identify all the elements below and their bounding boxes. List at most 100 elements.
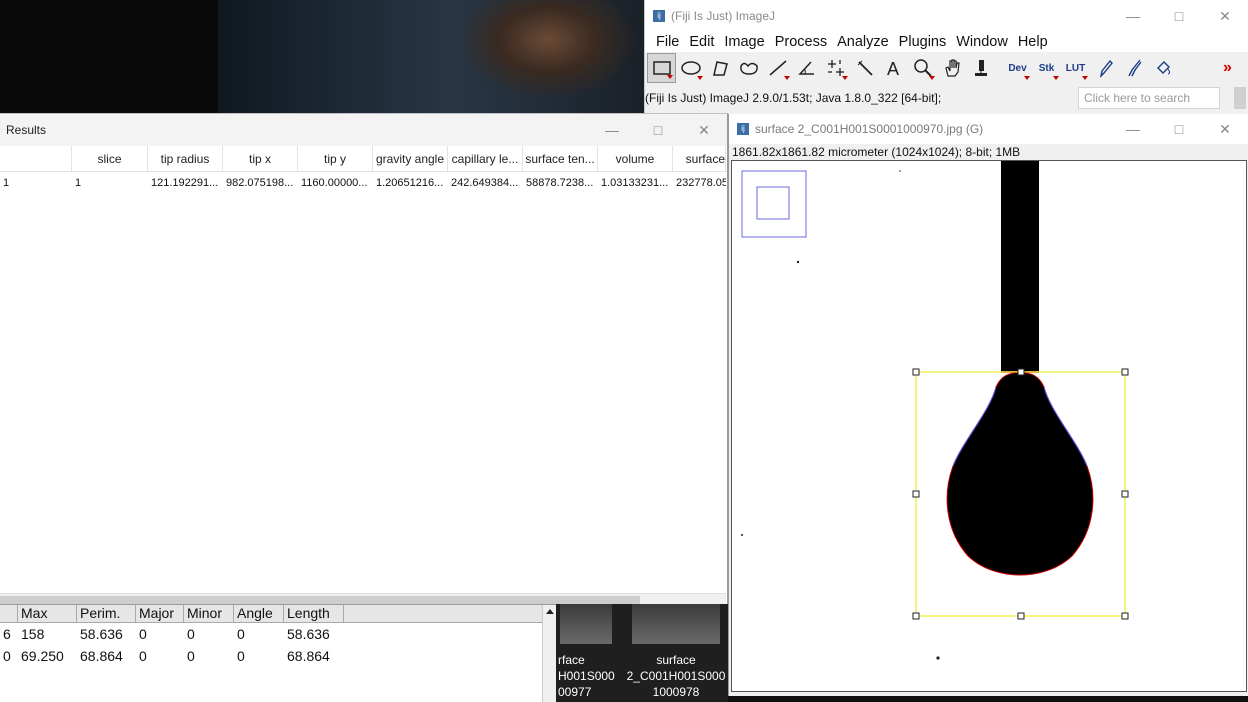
- freehand-tool-icon[interactable]: [734, 53, 763, 83]
- search-input[interactable]: Click here to search: [1078, 87, 1220, 109]
- wallpaper: [218, 0, 648, 114]
- table-cell: 0: [3, 648, 11, 664]
- thumbnail-label: surface: [656, 653, 696, 667]
- lut-menu-icon[interactable]: LUT: [1061, 53, 1090, 83]
- menu-window[interactable]: Window: [951, 34, 1013, 50]
- scroll-up-arrow-icon[interactable]: [543, 605, 557, 617]
- menu-image[interactable]: Image: [719, 34, 769, 50]
- column-header[interactable]: volume: [598, 146, 673, 171]
- dev-menu-icon[interactable]: Dev: [1003, 53, 1032, 83]
- image-maximize-button[interactable]: □: [1156, 113, 1202, 145]
- column-header[interactable]: [0, 605, 18, 622]
- image-canvas[interactable]: [731, 160, 1247, 692]
- table-cell: 6: [3, 626, 11, 642]
- table-row[interactable]: 1 1 121.192291... 982.075198... 1160.000…: [0, 172, 727, 194]
- thumbnail-label: 1000978: [652, 685, 700, 699]
- angle-tool-icon[interactable]: [792, 53, 821, 83]
- column-header[interactable]: Length: [284, 605, 344, 622]
- oval-tool-icon[interactable]: [676, 53, 705, 83]
- maximize-button[interactable]: □: [1156, 0, 1202, 32]
- menu-file[interactable]: File: [651, 34, 684, 50]
- column-header[interactable]: surface ten...: [523, 146, 598, 171]
- image-titlebar[interactable]: ij surface 2_C001H001S0001000970.jpg (G)…: [729, 114, 1248, 144]
- thumbnail-strip: rface H001S000 00977 surface 2_C001H001S…: [556, 604, 728, 702]
- pencil-tool-icon[interactable]: [1090, 53, 1119, 83]
- results-close-button[interactable]: ✕: [681, 114, 727, 146]
- thumbnail-label: rface: [558, 653, 585, 667]
- status-bar: (Fiji Is Just) ImageJ 2.9.0/1.53t; Java …: [645, 84, 1248, 112]
- point-tool-icon[interactable]: [821, 53, 850, 83]
- results-titlebar[interactable]: Results — □ ✕: [0, 114, 727, 146]
- image-close-button[interactable]: ✕: [1202, 113, 1248, 145]
- menu-help[interactable]: Help: [1013, 34, 1053, 50]
- stk-menu-icon[interactable]: Stk: [1032, 53, 1061, 83]
- fiji-app-icon: ij: [737, 123, 749, 135]
- measurements-vertical-scrollbar[interactable]: [542, 605, 556, 702]
- image-minimize-button[interactable]: —: [1110, 113, 1156, 145]
- column-header[interactable]: surface: [673, 146, 726, 171]
- minimize-button[interactable]: —: [1110, 0, 1156, 32]
- table-cell: 58878.7238...: [526, 177, 594, 189]
- capillary-needle: [1001, 161, 1039, 371]
- column-header[interactable]: Minor: [184, 605, 234, 622]
- measurements-header: Max Perim. Major Minor Angle Length: [0, 605, 556, 623]
- table-cell: 1: [3, 177, 10, 189]
- table-cell: 68.864: [80, 648, 123, 664]
- column-header[interactable]: Angle: [234, 605, 284, 622]
- dropper-tool-icon[interactable]: [966, 53, 995, 83]
- overview-viewport: [756, 186, 790, 220]
- column-header[interactable]: Perim.: [77, 605, 136, 622]
- results-maximize-button[interactable]: □: [635, 114, 681, 146]
- text-tool-icon[interactable]: A: [879, 53, 908, 83]
- hand-tool-icon[interactable]: [937, 53, 966, 83]
- menu-plugins[interactable]: Plugins: [894, 34, 952, 50]
- menu-analyze[interactable]: Analyze: [832, 34, 894, 50]
- wand-tool-icon[interactable]: [850, 53, 879, 83]
- table-cell: 0: [187, 648, 195, 664]
- main-titlebar[interactable]: ij (Fiji Is Just) ImageJ — □ ✕: [645, 0, 1248, 32]
- column-header[interactable]: capillary le...: [448, 146, 523, 171]
- overview-frame: [741, 170, 807, 238]
- pendant-drop-image: [741, 161, 1129, 660]
- results-minimize-button[interactable]: —: [589, 114, 635, 146]
- status-scroll: [1234, 87, 1246, 109]
- thumbnail-item[interactable]: surface 2_C001H001S000 1000978: [626, 604, 726, 702]
- table-cell: 0: [139, 626, 147, 642]
- table-cell: 0: [139, 648, 147, 664]
- more-tools-icon[interactable]: »: [1213, 53, 1242, 83]
- column-header[interactable]: tip x: [223, 146, 298, 171]
- column-header[interactable]: tip y: [298, 146, 373, 171]
- toolbar-spacer-2: [1177, 53, 1213, 83]
- table-cell: 58.636: [80, 626, 123, 642]
- menu-bar: File Edit Image Process Analyze Plugins …: [645, 32, 1248, 52]
- flood-fill-tool-icon[interactable]: [1148, 53, 1177, 83]
- image-info-text: 1861.82x1861.82 micrometer (1024x1024); …: [732, 145, 1021, 159]
- measurements-table: Max Perim. Major Minor Angle Length 6 15…: [0, 604, 556, 702]
- thumbnail-item[interactable]: rface H001S000 00977: [556, 604, 616, 702]
- tool-bar: A Dev Stk LUT »: [645, 52, 1248, 84]
- rectangle-tool-icon[interactable]: [647, 53, 676, 83]
- thumbnail-label: H001S000: [558, 669, 615, 683]
- scrollbar-thumb[interactable]: [0, 596, 640, 604]
- column-header[interactable]: [0, 146, 72, 171]
- table-cell: 0: [237, 648, 245, 664]
- close-button[interactable]: ✕: [1202, 0, 1248, 32]
- table-cell: 68.864: [287, 648, 330, 664]
- image-window: ij surface 2_C001H001S0001000970.jpg (G)…: [728, 114, 1248, 696]
- main-window-title: (Fiji Is Just) ImageJ: [671, 9, 776, 23]
- table-cell: 1.03133231...: [601, 177, 669, 189]
- brush-tool-icon[interactable]: [1119, 53, 1148, 83]
- column-header[interactable]: gravity angle: [373, 146, 448, 171]
- column-header[interactable]: slice: [72, 146, 148, 171]
- results-table-header: slice tip radius tip x tip y gravity ang…: [0, 146, 727, 172]
- table-row[interactable]: 0 69.250 68.864 0 0 0 68.864: [0, 645, 556, 667]
- column-header[interactable]: tip radius: [148, 146, 223, 171]
- menu-process[interactable]: Process: [770, 34, 832, 50]
- menu-edit[interactable]: Edit: [684, 34, 719, 50]
- column-header[interactable]: Max: [18, 605, 77, 622]
- table-row[interactable]: 6 158 58.636 0 0 0 58.636: [0, 623, 556, 645]
- line-tool-icon[interactable]: [763, 53, 792, 83]
- column-header[interactable]: Major: [136, 605, 184, 622]
- magnifier-tool-icon[interactable]: [908, 53, 937, 83]
- polygon-tool-icon[interactable]: [705, 53, 734, 83]
